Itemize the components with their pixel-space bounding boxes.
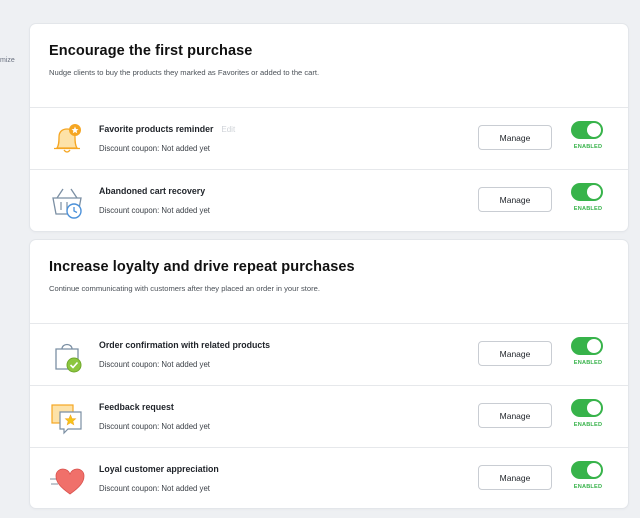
basket-clock-icon (52, 188, 82, 219)
section-title: Encourage the first purchase (49, 43, 253, 59)
manage-button[interactable]: Manage (478, 465, 552, 490)
row-coupon-status: Discount coupon: Not added yet (99, 360, 210, 369)
toggle-state-label: ENABLED (573, 422, 603, 428)
row-coupon-status: Discount coupon: Not added yet (99, 422, 210, 431)
row-title: Order confirmation with related products (99, 340, 271, 350)
section-header: Encourage the first purchase Nudge clien… (30, 24, 628, 108)
automation-row-favorite-reminder: Favorite products reminder Edit Discount … (30, 108, 628, 170)
manage-button[interactable]: Manage (478, 187, 552, 212)
enable-toggle[interactable] (571, 183, 603, 201)
enable-toggle[interactable] (571, 337, 603, 355)
enable-toggle[interactable] (571, 121, 603, 139)
toggle-knob (587, 339, 601, 353)
bag-check-icon (55, 343, 82, 373)
row-title: Favorite products reminder Edit (99, 124, 236, 134)
section-title: Increase loyalty and drive repeat purcha… (49, 259, 355, 275)
edit-link[interactable]: Edit (221, 125, 235, 134)
section-loyalty: Increase loyalty and drive repeat purcha… (30, 240, 628, 508)
toggle-knob (587, 463, 601, 477)
row-title: Abandoned cart recovery (99, 186, 206, 196)
heart-icon (50, 468, 85, 495)
automation-row-order-confirmation: Order confirmation with related products… (30, 324, 628, 386)
toggle-state-label: ENABLED (573, 144, 603, 150)
sidebar-text-fragment: mize (0, 57, 15, 64)
toggle-state-label: ENABLED (573, 206, 603, 212)
row-title: Feedback request (99, 402, 174, 412)
manage-button[interactable]: Manage (478, 125, 552, 150)
manage-button[interactable]: Manage (478, 403, 552, 428)
automation-row-loyal-customer: Loyal customer appreciation Discount cou… (30, 448, 628, 508)
toggle-knob (587, 123, 601, 137)
enable-toggle[interactable] (571, 399, 603, 417)
row-title: Loyal customer appreciation (99, 464, 219, 474)
toggle-state-label: ENABLED (573, 484, 603, 490)
automation-row-feedback-request: Feedback request Discount coupon: Not ad… (30, 386, 628, 448)
toggle-knob (587, 401, 601, 415)
section-first-purchase: Encourage the first purchase Nudge clien… (30, 24, 628, 231)
toggle-state-label: ENABLED (573, 360, 603, 366)
manage-button[interactable]: Manage (478, 341, 552, 366)
section-header: Increase loyalty and drive repeat purcha… (30, 240, 628, 324)
automation-row-abandoned-cart: Abandoned cart recovery Discount coupon:… (30, 170, 628, 231)
toggle-knob (587, 185, 601, 199)
enable-toggle[interactable] (571, 461, 603, 479)
row-coupon-status: Discount coupon: Not added yet (99, 206, 210, 215)
feedback-star-icon (51, 404, 82, 435)
section-description: Continue communicating with customers af… (49, 284, 320, 293)
row-coupon-status: Discount coupon: Not added yet (99, 484, 210, 493)
bell-star-icon (54, 124, 81, 153)
row-coupon-status: Discount coupon: Not added yet (99, 144, 210, 153)
section-description: Nudge clients to buy the products they m… (49, 68, 320, 77)
